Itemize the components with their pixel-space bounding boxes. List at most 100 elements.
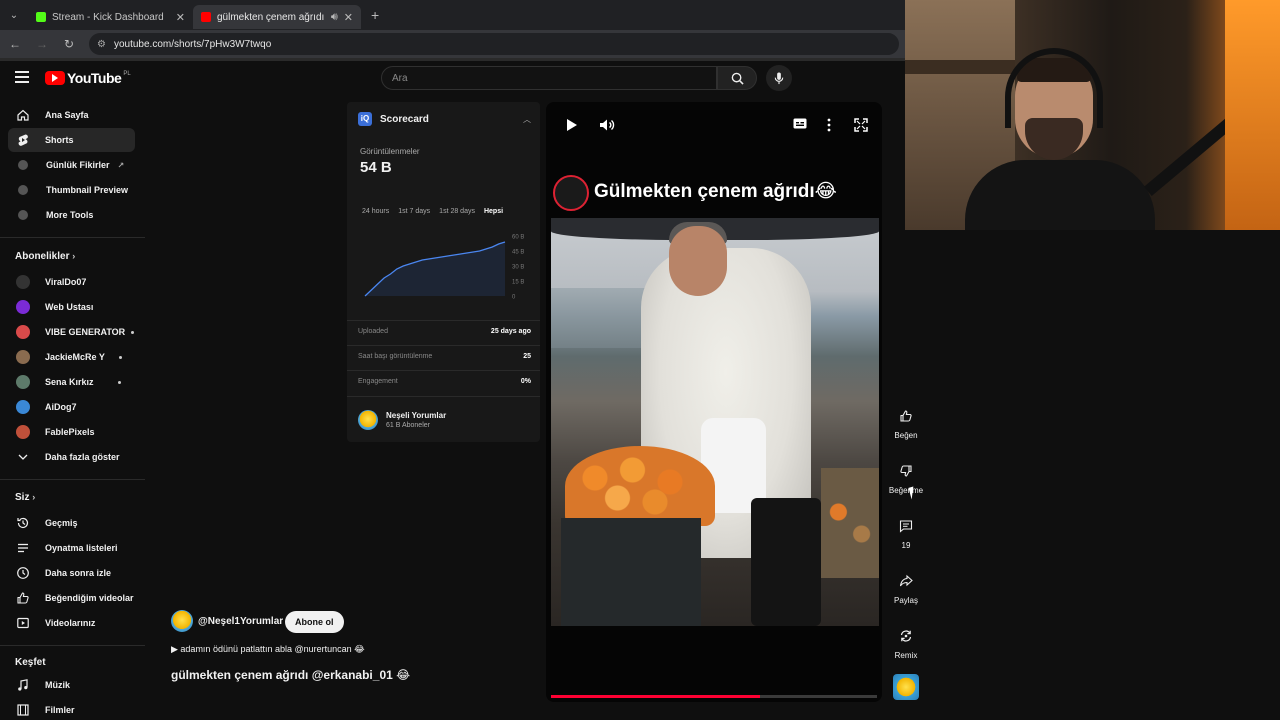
sidebar-item-watch-later[interactable]: Daha sonra izle [8, 561, 135, 585]
audio-icon[interactable]: 🔊︎ [331, 11, 338, 24]
dislike-button[interactable]: Beğenme [885, 458, 927, 495]
tab-youtube-short[interactable]: gülmekten çenem ağrıdı 😂 🔊︎ ✕ [193, 5, 361, 29]
fullscreen-icon[interactable] [854, 118, 868, 135]
headset-icon [1005, 48, 1103, 128]
microphone-icon [774, 71, 784, 84]
channel-avatar[interactable] [358, 410, 378, 430]
volume-button[interactable] [599, 118, 615, 135]
tab-title: gülmekten çenem ağrıdı 😂 [217, 11, 327, 23]
comments-button[interactable]: 19 [885, 513, 927, 550]
stat-value: 25 days ago [490, 328, 531, 335]
search-input[interactable]: Ara [381, 66, 717, 90]
subscription-item[interactable]: VIBE GENERATOR [8, 320, 135, 344]
divider [347, 345, 540, 346]
comments-count: 19 [901, 541, 911, 550]
views-value: 54 B [360, 159, 392, 176]
reload-icon[interactable]: ↻ [57, 37, 81, 51]
close-tab-icon[interactable]: ✕ [176, 11, 185, 24]
captions-button[interactable] [793, 118, 807, 132]
subscription-label: ViralDo07 [45, 277, 87, 287]
chevron-right-icon: › [72, 251, 76, 261]
sound-source-thumbnail[interactable] [893, 674, 919, 700]
play-icon [567, 119, 577, 131]
channel-name[interactable]: Neşeli Yorumlar [386, 411, 446, 420]
sidebar-item-home[interactable]: Ana Sayfa [8, 103, 135, 127]
like-button[interactable]: Beğen [885, 403, 927, 440]
forward-icon[interactable]: → [30, 37, 54, 51]
tab-kick-dashboard[interactable]: Stream - Kick Dashboard ✕ [28, 5, 193, 29]
sidebar-item-playlists[interactable]: Oynatma listeleri [8, 536, 135, 560]
youtube-logo[interactable]: YouTube PL [45, 70, 131, 86]
sidebar-item-gunluk-fikirler[interactable]: Günlük Fikirler ↗ [8, 153, 135, 177]
sidebar-item-music[interactable]: Müzik [8, 673, 135, 697]
stat-row-uploaded: Uploaded 25 days ago [358, 328, 531, 335]
site-info-icon[interactable]: ⚙ [97, 39, 106, 50]
music-icon [15, 677, 31, 693]
y-tick-label: 45 B [512, 250, 524, 256]
back-icon[interactable]: ← [3, 37, 27, 51]
external-link-icon: ↗ [117, 160, 125, 170]
sidebar-item-more-tools[interactable]: More Tools [8, 203, 135, 227]
range-tab-24h[interactable]: 24 hours [362, 208, 389, 215]
url-text: youtube.com/shorts/7pHw3W7twqo [113, 38, 272, 50]
show-more-button[interactable]: Daha fazla göster [8, 445, 135, 469]
subscription-item[interactable]: AiDog7 [8, 395, 135, 419]
menu-icon[interactable] [15, 71, 29, 86]
share-button[interactable]: Paylaş [885, 568, 927, 605]
sound-link[interactable]: ▶ adamın ödünü patlattın abla @nurertunc… [171, 644, 365, 655]
url-field[interactable]: ⚙ youtube.com/shorts/7pHw3W7twqo [89, 33, 899, 55]
microphone-arm [1144, 116, 1236, 196]
video-progress-bar[interactable] [551, 695, 877, 698]
remix-button[interactable]: Remix [885, 623, 927, 660]
sidebar-item-history[interactable]: Geçmiş [8, 511, 135, 535]
avatar [16, 400, 30, 414]
subscribe-button[interactable]: Abone ol [285, 611, 344, 633]
browser-tab-bar: ⌄ Stream - Kick Dashboard ✕ gülmekten çe… [0, 0, 905, 30]
extension-icon [18, 160, 28, 170]
collapse-chevron-icon[interactable]: ︿ [523, 114, 531, 125]
sidebar-item-films[interactable]: Filmler [8, 698, 135, 720]
range-tab-7d[interactable]: 1st 7 days [398, 208, 430, 215]
subscription-item[interactable]: Sena Kırkız [8, 370, 135, 394]
more-options-icon[interactable] [827, 118, 831, 135]
stat-value: 25 [523, 353, 531, 360]
voice-search-button[interactable] [766, 65, 792, 91]
stat-value: 0% [520, 378, 531, 385]
search-icon [731, 72, 744, 85]
channel-avatar[interactable] [171, 610, 193, 632]
tab-search-icon[interactable]: ⌄ [0, 0, 28, 30]
sidebar-item-label: More Tools [46, 210, 94, 220]
close-tab-icon[interactable]: ✕ [344, 11, 353, 24]
sidebar-item-shorts[interactable]: Shorts [8, 128, 135, 152]
webcam-person-body [965, 160, 1155, 230]
play-button[interactable] [566, 118, 578, 135]
frame-shopping-cart [751, 498, 821, 626]
range-tab-28d[interactable]: 1st 28 days [439, 208, 475, 215]
subscription-item[interactable]: JackieMcRe Y [8, 345, 135, 369]
sidebar-item-label: Videolarınız [45, 618, 96, 628]
thumbs-down-icon [893, 458, 919, 484]
shorts-player[interactable]: Gülmekten çenem ağrıdı😂 [546, 102, 882, 702]
logo-text: YouTube [67, 70, 122, 86]
new-content-dot [117, 380, 121, 384]
subscription-item[interactable]: Web Ustası [8, 295, 135, 319]
subscription-label: Sena Kırkız [45, 377, 94, 387]
subscription-item[interactable]: FablePixels [8, 420, 135, 444]
sidebar-item-label: Müzik [45, 680, 71, 690]
sidebar-item-liked-videos[interactable]: Beğendiğim videolar [8, 586, 135, 610]
search-button[interactable] [717, 66, 757, 90]
you-heading[interactable]: Siz › [15, 492, 35, 503]
show-more-label: Daha fazla göster [45, 452, 120, 462]
subscriptions-heading[interactable]: Abonelikler › [15, 251, 75, 262]
channel-handle[interactable]: @Neşel1Yorumlar [198, 616, 283, 627]
frame-market-stall [821, 468, 879, 578]
sidebar-item-thumbnail-preview[interactable]: Thumbnail Preview [8, 178, 135, 202]
comment-icon [893, 513, 919, 539]
shorts-icon [15, 132, 31, 148]
sidebar-item-label: Filmler [45, 705, 75, 715]
subscription-item[interactable]: ViralDo07 [8, 270, 135, 294]
new-tab-button[interactable]: + [371, 7, 379, 23]
sidebar-item-your-videos[interactable]: Videolarınız [8, 611, 135, 635]
range-tab-all[interactable]: Hepsi [484, 208, 503, 215]
video-frame[interactable] [551, 218, 879, 626]
